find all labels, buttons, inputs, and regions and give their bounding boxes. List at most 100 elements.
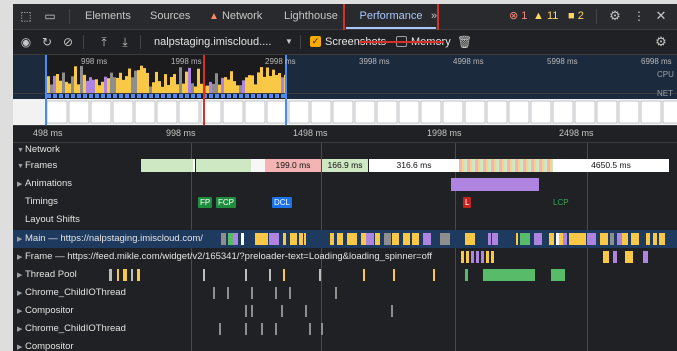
main-task[interactable] xyxy=(403,233,410,245)
trash-icon[interactable]: 🗑 xyxy=(457,35,472,49)
tab-performance[interactable]: Performance xyxy=(346,4,436,29)
compositor-task[interactable] xyxy=(391,305,393,317)
frame-duration[interactable]: 199.0 ms xyxy=(265,159,321,172)
main-task[interactable] xyxy=(516,233,518,245)
io-task[interactable] xyxy=(321,323,323,335)
main-task[interactable] xyxy=(492,233,498,245)
frame-task[interactable] xyxy=(491,251,494,263)
track-child-io-2-label[interactable]: ▶ Chrome_ChildIOThread xyxy=(17,320,126,338)
more-options-icon[interactable]: ⋮ xyxy=(632,9,646,23)
upload-icon[interactable]: ⤒ xyxy=(97,35,111,49)
close-icon[interactable]: ✕ xyxy=(654,9,668,23)
tab-lighthouse[interactable]: Lighthouse xyxy=(284,4,338,29)
pool-task[interactable] xyxy=(483,269,535,281)
main-task[interactable] xyxy=(470,233,475,245)
main-task[interactable] xyxy=(631,233,639,245)
frame-block[interactable] xyxy=(196,159,251,172)
track-thread-pool[interactable]: ▶ Thread Pool xyxy=(13,266,677,284)
track-compositor-2[interactable]: ▶ Compositor xyxy=(13,338,677,351)
pool-task[interactable] xyxy=(123,269,127,281)
main-task[interactable] xyxy=(488,233,491,245)
track-main-label[interactable]: ▶ Main — https://nalpstaging.imiscloud.co… xyxy=(17,230,203,248)
capture-settings-gear-icon[interactable]: ⚙ xyxy=(654,35,668,49)
main-task[interactable] xyxy=(549,233,554,245)
reload-record-icon[interactable]: ↻ xyxy=(40,35,54,49)
warnings-badge[interactable]: ▲ 11 xyxy=(533,4,558,29)
track-thread-pool-label[interactable]: ▶ Thread Pool xyxy=(17,266,77,284)
track-timings[interactable]: Timings FP FCP DCL L LCP xyxy=(13,193,677,211)
track-layout-shifts[interactable]: Layout Shifts xyxy=(13,211,677,229)
compositor-task[interactable] xyxy=(251,305,253,317)
compositor-task[interactable] xyxy=(245,305,247,317)
io-task[interactable] xyxy=(213,287,215,299)
main-task[interactable] xyxy=(653,233,657,245)
frame-block[interactable] xyxy=(193,159,195,172)
timing-lcp[interactable]: LCP xyxy=(551,197,571,208)
main-task[interactable] xyxy=(330,233,334,245)
timing-dcl[interactable]: DCL xyxy=(272,197,293,208)
main-task[interactable] xyxy=(233,233,238,245)
frame-task[interactable] xyxy=(643,251,648,263)
record-icon[interactable]: ◉ xyxy=(19,35,33,49)
frame-block[interactable] xyxy=(141,159,193,172)
frame-task[interactable] xyxy=(625,251,633,263)
main-task[interactable] xyxy=(366,233,374,245)
main-task[interactable] xyxy=(528,233,530,245)
frame-task[interactable] xyxy=(603,251,609,263)
track-child-io-thread[interactable]: ▶ Chrome_ChildIOThread xyxy=(13,284,677,302)
main-task[interactable] xyxy=(563,233,567,245)
main-task[interactable] xyxy=(412,233,419,245)
pool-task[interactable] xyxy=(465,269,468,281)
pool-task[interactable] xyxy=(203,269,205,281)
frame-task[interactable] xyxy=(613,251,617,263)
main-task[interactable] xyxy=(659,233,665,245)
main-task[interactable] xyxy=(423,233,431,245)
io-task[interactable] xyxy=(219,323,221,335)
main-task[interactable] xyxy=(283,233,286,245)
tab-sources[interactable]: Sources xyxy=(150,4,190,29)
pool-task[interactable] xyxy=(245,269,247,281)
main-task[interactable] xyxy=(534,233,542,245)
animation-block[interactable] xyxy=(451,178,539,191)
io-task[interactable] xyxy=(261,323,263,335)
timing-load[interactable]: L xyxy=(463,197,472,208)
download-icon[interactable]: ⤓ xyxy=(118,35,132,49)
frame-duration[interactable]: 166.9 ms xyxy=(322,159,368,172)
compositor-task[interactable] xyxy=(305,305,307,317)
main-task[interactable] xyxy=(290,233,297,245)
main-task[interactable] xyxy=(622,233,628,245)
settings-gear-icon[interactable]: ⚙ xyxy=(608,9,622,23)
pool-task[interactable] xyxy=(137,269,140,281)
tab-network[interactable]: ▲ Network xyxy=(209,4,262,29)
recording-select[interactable]: nalpstaging.imiscloud.... xyxy=(154,30,282,54)
io-task[interactable] xyxy=(309,323,311,335)
timing-fcp[interactable]: FCP xyxy=(216,197,236,208)
track-main[interactable]: ▶ Main — https://nalpstaging.imiscloud.co… xyxy=(13,230,677,248)
io-task[interactable] xyxy=(289,287,291,299)
pool-task[interactable] xyxy=(433,269,435,281)
track-compositor-2-label[interactable]: ▶ Compositor xyxy=(17,338,74,351)
device-toolbar-icon[interactable]: ▭ xyxy=(43,9,57,23)
pool-task[interactable] xyxy=(131,269,133,281)
main-task[interactable] xyxy=(610,233,614,245)
io-task[interactable] xyxy=(251,287,253,299)
track-compositor-label[interactable]: ▶ Compositor xyxy=(17,302,74,320)
track-animations[interactable]: ▶ Animations xyxy=(13,175,677,193)
track-child-io-thread-2[interactable]: ▶ Chrome_ChildIOThread xyxy=(13,320,677,338)
frame-block[interactable] xyxy=(459,159,553,172)
main-task[interactable] xyxy=(600,233,608,245)
io-task[interactable] xyxy=(245,323,247,335)
compositor-task[interactable] xyxy=(281,305,283,317)
main-task[interactable] xyxy=(241,233,244,245)
main-task[interactable] xyxy=(582,233,586,245)
track-frame-label[interactable]: ▶ Frame — https://feed.mikle.com/widget/v… xyxy=(17,248,487,266)
pool-task[interactable] xyxy=(551,269,565,281)
track-network[interactable]: ▼Network xyxy=(13,143,677,157)
tab-elements[interactable]: Elements xyxy=(85,4,131,29)
io-task[interactable] xyxy=(335,287,337,299)
inspect-element-icon[interactable]: ⬚ xyxy=(19,9,33,23)
pool-task[interactable] xyxy=(117,269,119,281)
errors-badge[interactable]: ⊗ 1 xyxy=(509,4,527,29)
pool-task[interactable] xyxy=(393,269,395,281)
issues-badge[interactable]: ■ 2 xyxy=(568,4,584,29)
